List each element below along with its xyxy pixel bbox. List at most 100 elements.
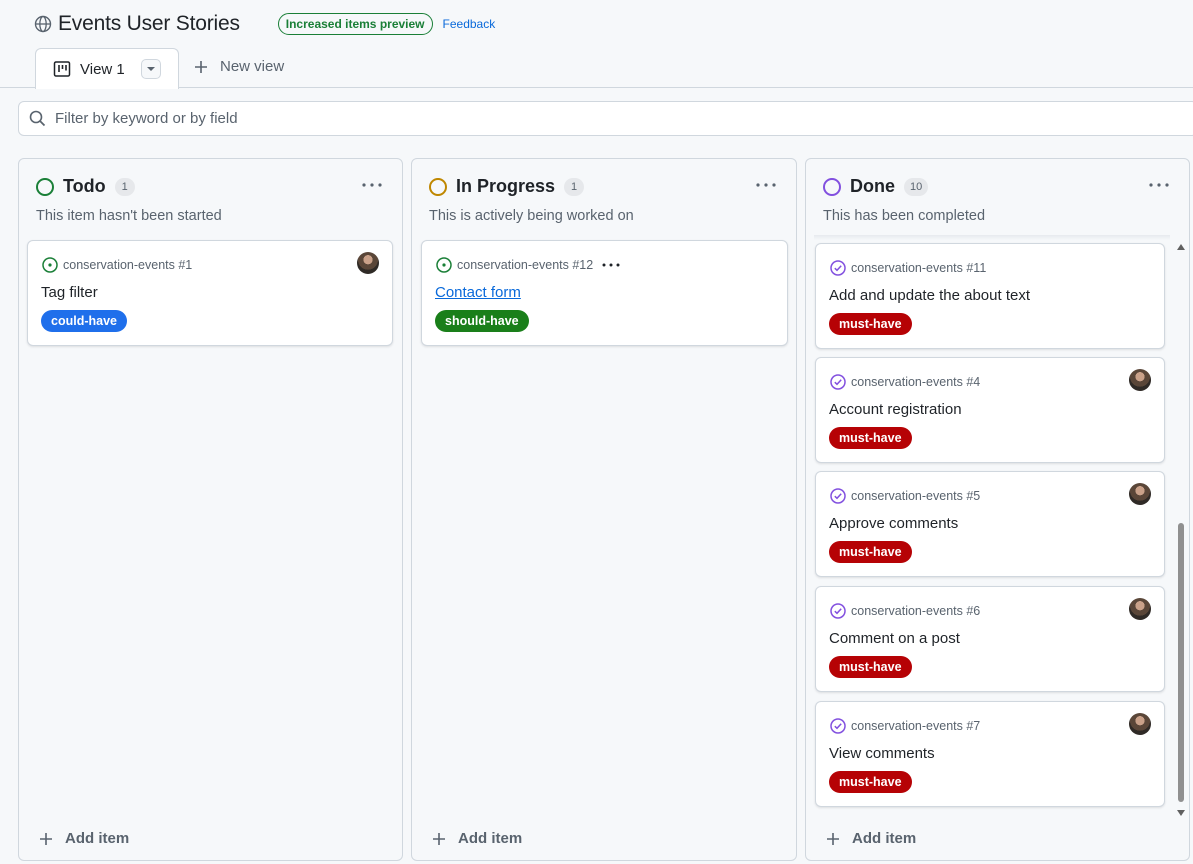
issue-card[interactable]: conservation-events #1 Tag filter could-… bbox=[27, 240, 393, 346]
issue-ref[interactable]: conservation-events #11 bbox=[851, 261, 986, 275]
label-badge[interactable]: could-have bbox=[41, 310, 127, 332]
status-open-icon bbox=[36, 177, 54, 196]
column-count: 1 bbox=[114, 177, 135, 196]
plus-icon bbox=[38, 831, 54, 847]
kebab-horizontal-icon bbox=[1149, 183, 1169, 187]
plus-icon bbox=[825, 831, 841, 847]
open-issue-icon bbox=[42, 257, 58, 273]
add-item-button[interactable]: Add item bbox=[825, 830, 916, 847]
scroll-down-arrow-icon[interactable] bbox=[1177, 809, 1185, 817]
avatar[interactable] bbox=[357, 252, 379, 274]
avatar[interactable] bbox=[1129, 598, 1151, 620]
issue-card[interactable]: conservation-events #4 Account registrat… bbox=[815, 357, 1165, 463]
card-meta: conservation-events #11 bbox=[830, 260, 986, 276]
plus-icon bbox=[431, 831, 447, 847]
feedback-link[interactable]: Feedback bbox=[443, 17, 496, 31]
issue-ref[interactable]: conservation-events #5 bbox=[851, 489, 980, 503]
kebab-horizontal-icon bbox=[756, 183, 776, 187]
card-meta: conservation-events #7 bbox=[830, 718, 980, 734]
status-done-icon bbox=[823, 177, 841, 196]
column-header: In Progress 1 bbox=[429, 176, 585, 197]
issue-ref[interactable]: conservation-events #4 bbox=[851, 375, 980, 389]
scroll-up-arrow-icon[interactable] bbox=[1177, 243, 1185, 251]
card-title-link[interactable]: Contact form bbox=[435, 284, 521, 301]
globe-icon bbox=[34, 15, 52, 33]
kebab-horizontal-icon bbox=[602, 263, 620, 267]
card-menu-button[interactable] bbox=[602, 263, 620, 267]
card-meta: conservation-events #5 bbox=[830, 488, 980, 504]
preview-badge[interactable]: Increased items preview bbox=[277, 13, 433, 35]
label-badge[interactable]: must-have bbox=[829, 541, 912, 563]
kebab-horizontal-icon bbox=[362, 183, 382, 187]
project-title: Events User Stories bbox=[58, 12, 240, 35]
closed-issue-icon bbox=[830, 260, 846, 276]
search-icon bbox=[29, 110, 46, 127]
avatar[interactable] bbox=[1129, 369, 1151, 391]
tab-label: View 1 bbox=[80, 60, 125, 78]
label-badge[interactable]: must-have bbox=[829, 313, 912, 335]
scrollbar[interactable] bbox=[1177, 243, 1185, 817]
column-description: This item hasn't been started bbox=[36, 208, 222, 224]
issue-card[interactable]: conservation-events #11 Add and update t… bbox=[815, 243, 1165, 349]
avatar[interactable] bbox=[1129, 483, 1151, 505]
column-done: Done 10 This has been completed conserva… bbox=[805, 158, 1190, 861]
column-header: Done 10 bbox=[823, 176, 929, 197]
add-item-label: Add item bbox=[852, 830, 917, 847]
tab-view-1[interactable]: View 1 bbox=[35, 48, 179, 89]
issue-card[interactable]: conservation-events #5 Approve comments … bbox=[815, 471, 1165, 577]
add-item-label: Add item bbox=[458, 830, 523, 847]
column-menu-button[interactable] bbox=[358, 177, 386, 193]
column-todo: Todo 1 This item hasn't been started con… bbox=[18, 158, 403, 861]
add-item-button[interactable]: Add item bbox=[38, 830, 129, 847]
new-view-button[interactable]: New view bbox=[193, 58, 284, 75]
card-title[interactable]: Comment on a post bbox=[829, 630, 960, 647]
closed-issue-icon bbox=[830, 718, 846, 734]
closed-issue-icon bbox=[830, 488, 846, 504]
card-meta: conservation-events #6 bbox=[830, 603, 980, 619]
issue-card[interactable]: conservation-events #12 Contact form sho… bbox=[421, 240, 788, 346]
card-meta: conservation-events #12 bbox=[436, 257, 620, 273]
scroll-shadow bbox=[814, 235, 1170, 240]
closed-issue-icon bbox=[830, 374, 846, 390]
label-badge[interactable]: must-have bbox=[829, 427, 912, 449]
project-header: Events User Stories Increased items prev… bbox=[0, 0, 1193, 89]
card-meta: conservation-events #1 bbox=[42, 257, 192, 273]
column-name: In Progress bbox=[456, 176, 556, 196]
add-item-button[interactable]: Add item bbox=[431, 830, 522, 847]
card-meta: conservation-events #4 bbox=[830, 374, 980, 390]
chevron-down-icon bbox=[146, 67, 155, 71]
card-title[interactable]: Add and update the about text bbox=[829, 287, 1030, 304]
column-description: This has been completed bbox=[823, 208, 986, 224]
card-title[interactable]: View comments bbox=[829, 745, 935, 762]
issue-card[interactable]: conservation-events #6 Comment on a post… bbox=[815, 586, 1165, 692]
column-menu-button[interactable] bbox=[752, 177, 780, 193]
column-header: Todo 1 bbox=[36, 176, 135, 197]
issue-ref[interactable]: conservation-events #6 bbox=[851, 604, 980, 618]
issue-ref[interactable]: conservation-events #1 bbox=[63, 258, 192, 272]
column-description: This is actively being worked on bbox=[429, 208, 634, 224]
column-in-progress: In Progress 1 This is actively being wor… bbox=[411, 158, 797, 861]
column-name: Todo bbox=[63, 176, 106, 196]
card-list[interactable]: conservation-events #11 Add and update t… bbox=[806, 235, 1189, 825]
issue-ref[interactable]: conservation-events #7 bbox=[851, 719, 980, 733]
title-row: Events User Stories Increased items prev… bbox=[34, 10, 495, 38]
new-view-label: New view bbox=[220, 58, 285, 75]
column-menu-button[interactable] bbox=[1145, 177, 1173, 193]
card-title[interactable]: Account registration bbox=[829, 401, 962, 418]
board-icon bbox=[53, 60, 71, 78]
view-options-button[interactable] bbox=[140, 59, 161, 79]
label-badge[interactable]: should-have bbox=[435, 310, 529, 332]
column-count: 10 bbox=[904, 177, 929, 196]
issue-card[interactable]: conservation-events #7 View comments mus… bbox=[815, 701, 1165, 807]
plus-icon bbox=[193, 59, 209, 75]
scrollbar-thumb[interactable] bbox=[1178, 523, 1184, 802]
label-badge[interactable]: must-have bbox=[829, 656, 912, 678]
filter-input[interactable] bbox=[55, 110, 655, 127]
avatar[interactable] bbox=[1129, 713, 1151, 735]
issue-ref[interactable]: conservation-events #12 bbox=[457, 258, 593, 272]
card-title[interactable]: Approve comments bbox=[829, 515, 958, 532]
card-title[interactable]: Tag filter bbox=[41, 284, 98, 301]
label-badge[interactable]: must-have bbox=[829, 771, 912, 793]
open-issue-icon bbox=[436, 257, 452, 273]
column-count: 1 bbox=[564, 177, 585, 196]
